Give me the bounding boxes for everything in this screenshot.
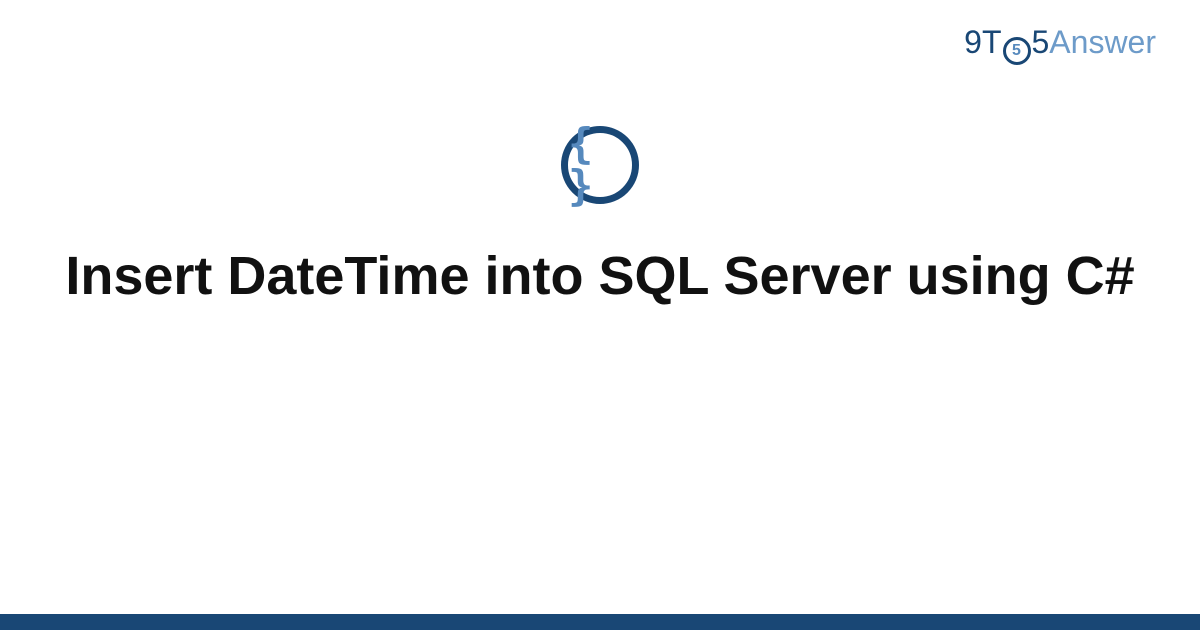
site-brand: 9T55Answer [964, 24, 1156, 63]
page-title: Insert DateTime into SQL Server using C# [65, 242, 1134, 311]
main-content: { } Insert DateTime into SQL Server usin… [0, 126, 1200, 311]
brand-9: 9 [964, 24, 982, 60]
brand-clock-icon: 5 [1003, 37, 1031, 65]
category-icon-circle: { } [561, 126, 639, 204]
brand-clock-inner: 5 [1012, 43, 1021, 59]
code-braces-icon: { } [568, 123, 632, 207]
brand-answer: Answer [1049, 24, 1156, 60]
brand-5: 5 [1032, 24, 1050, 60]
footer-accent-bar [0, 614, 1200, 630]
brand-t: T [982, 24, 1002, 60]
